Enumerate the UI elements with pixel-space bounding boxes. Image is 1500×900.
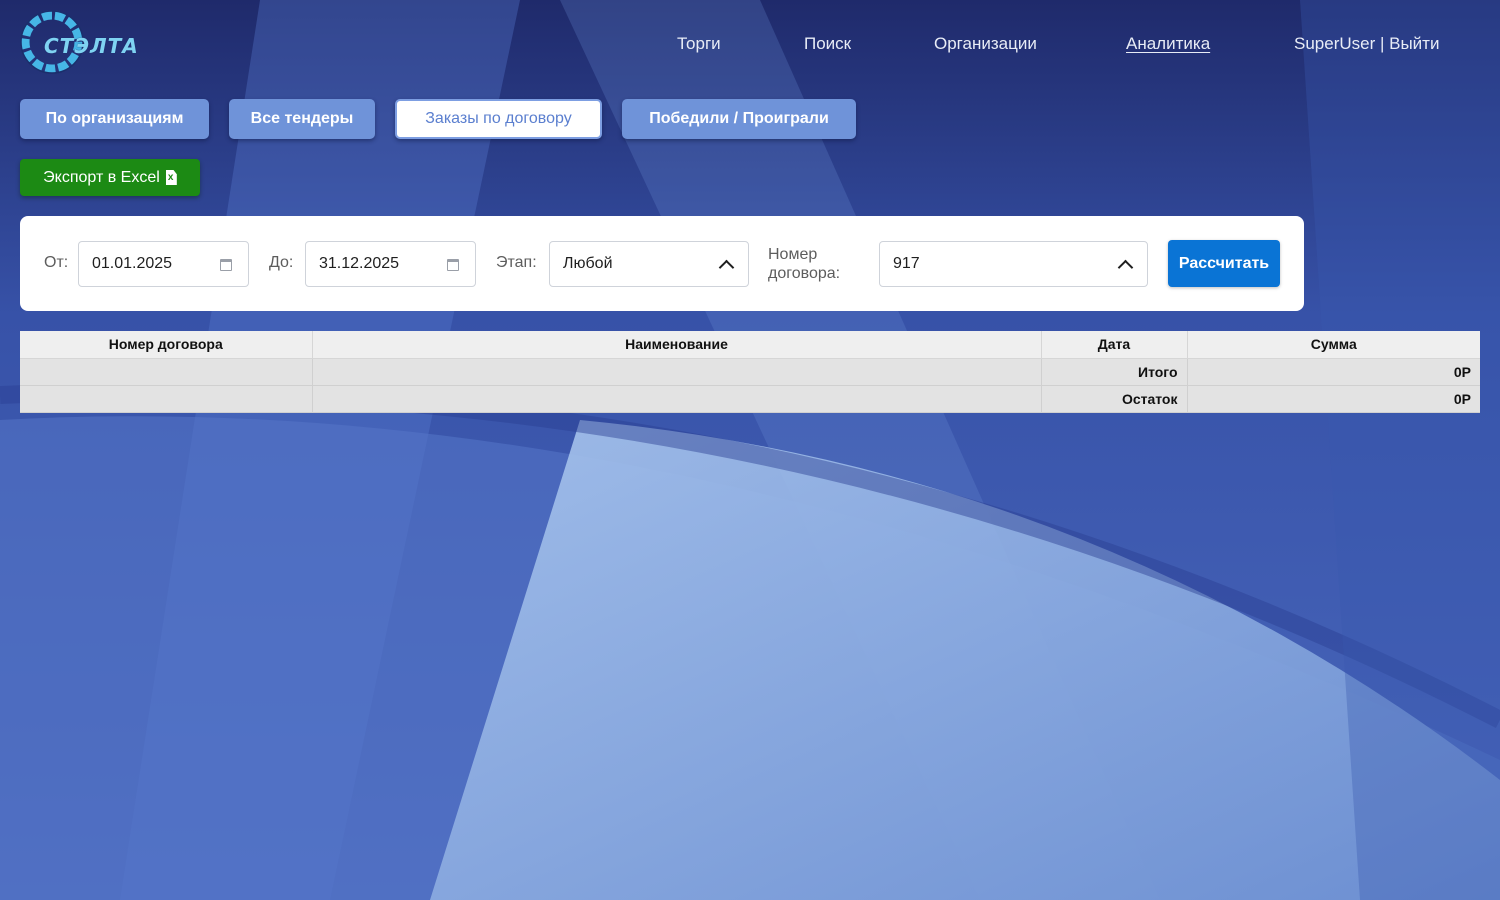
col-contract-number[interactable]: Номер договора — [20, 331, 313, 359]
nav-user-logout[interactable]: SuperUser | Выйти — [1294, 34, 1439, 56]
nav-analytics[interactable]: Аналитика — [1126, 34, 1210, 56]
contract-number-value: 917 — [893, 255, 920, 272]
nav-search[interactable]: Поиск — [804, 34, 851, 56]
cell-total-sum: 0Р — [1187, 358, 1480, 386]
to-label: До: — [269, 254, 294, 271]
export-label: Экспорт в Excel — [43, 168, 160, 186]
cell-total-label: Итого — [1041, 358, 1188, 386]
cell-remainder-sum: 0Р — [1187, 385, 1480, 413]
calculate-button[interactable]: Рассчитать — [1168, 240, 1280, 287]
calendar-icon[interactable] — [447, 259, 459, 271]
chevron-up-icon — [1117, 259, 1134, 276]
from-label: От: — [44, 254, 69, 271]
tab-won-lost[interactable]: Победили / Проиграли — [622, 99, 856, 139]
file-excel-icon — [165, 170, 177, 185]
from-date-input[interactable]: 01.01.2025 — [78, 241, 249, 287]
contract-number-label: Номер договора: — [768, 245, 840, 283]
col-date[interactable]: Дата — [1041, 331, 1188, 359]
contract-label-line1: Номер — [768, 246, 818, 263]
contract-number-select[interactable]: 917 — [879, 241, 1148, 287]
to-date-input[interactable]: 31.12.2025 — [305, 241, 476, 287]
stage-select[interactable]: Любой — [549, 241, 749, 287]
cell-name — [312, 385, 1042, 413]
tab-by-organizations[interactable]: По организациям — [20, 99, 209, 139]
table-row: Остаток 0Р — [20, 385, 1480, 413]
cell-contract-number — [20, 358, 313, 386]
tab-contract-orders[interactable]: Заказы по договору — [395, 99, 602, 139]
results-table: Номер договора Наименование Дата Сумма И… — [20, 331, 1480, 413]
tab-all-tenders[interactable]: Все тендеры — [229, 99, 375, 139]
nav-torgi[interactable]: Торги — [677, 34, 721, 56]
cell-name — [312, 358, 1042, 386]
col-name[interactable]: Наименование — [312, 331, 1042, 359]
filter-panel: От: 01.01.2025 До: 31.12.2025 Этап: Любо… — [20, 216, 1304, 311]
cell-contract-number — [20, 385, 313, 413]
stage-value: Любой — [563, 255, 613, 272]
to-date-value: 31.12.2025 — [319, 255, 400, 272]
logo-text: СТЭЛТА — [44, 34, 139, 58]
calendar-icon[interactable] — [220, 259, 232, 271]
export-excel-button[interactable]: Экспорт в Excel — [20, 159, 200, 196]
cell-remainder-label: Остаток — [1041, 385, 1188, 413]
chevron-up-icon — [718, 259, 735, 276]
logo[interactable]: СТЭЛТА — [20, 8, 145, 78]
stage-label: Этап: — [496, 254, 537, 271]
table-header-row: Номер договора Наименование Дата Сумма — [20, 331, 1480, 359]
col-sum[interactable]: Сумма — [1187, 331, 1480, 359]
nav-organizations[interactable]: Организации — [934, 34, 1037, 56]
from-date-value: 01.01.2025 — [92, 255, 173, 272]
contract-label-line2: договора: — [768, 265, 841, 282]
table-row: Итого 0Р — [20, 358, 1480, 386]
